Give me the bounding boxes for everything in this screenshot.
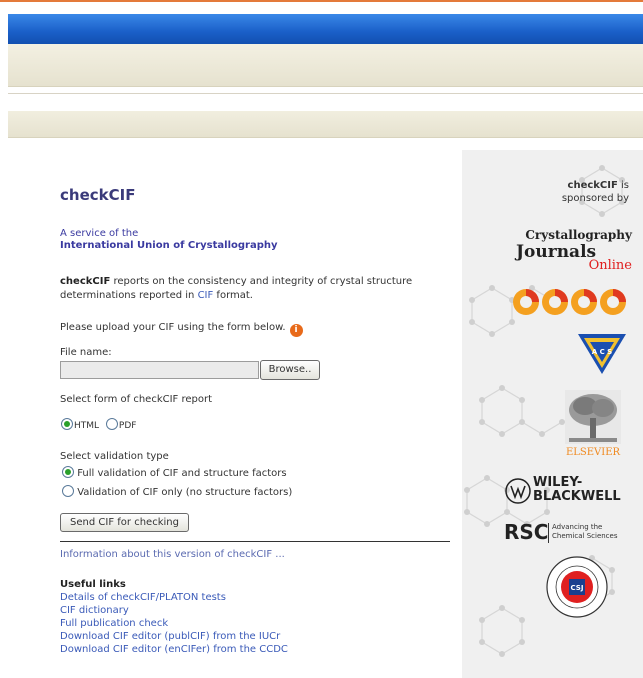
sponsor-text: checkCIF is sponsored by xyxy=(562,179,629,205)
wiley-emblem-icon xyxy=(505,478,531,504)
useful-links-heading: Useful links xyxy=(60,579,126,590)
file-name-input[interactable] xyxy=(60,361,259,379)
browse-button[interactable]: Browse.. xyxy=(260,360,320,380)
header-band xyxy=(8,14,643,44)
upload-prompt: Please upload your CIF using the form be… xyxy=(60,322,303,337)
report-form-options: HTML PDF xyxy=(61,418,140,431)
validation-option-full: Full validation of CIF and structure fac… xyxy=(62,466,287,479)
validation-type-label: Select validation type xyxy=(60,451,169,462)
cif-link[interactable]: CIF xyxy=(198,290,214,301)
sponsor-bold: checkCIF xyxy=(567,180,618,191)
description-bold: checkCIF xyxy=(60,276,111,287)
service-line: A service of the xyxy=(60,228,139,239)
full-validation-label: Full validation of CIF and structure fac… xyxy=(77,468,287,479)
rsc-logo[interactable]: RSC Advancing the Chemical Sciences xyxy=(504,520,634,550)
full-validation-radio[interactable] xyxy=(62,466,74,478)
rsc-tagline-1: Advancing the xyxy=(552,523,603,531)
cif-only-radio[interactable] xyxy=(62,485,74,497)
link-publcif-download[interactable]: Download CIF editor (publCIF) from the I… xyxy=(60,630,288,643)
elsevier-tree-icon xyxy=(565,390,621,444)
upload-prompt-text: Please upload your CIF using the form be… xyxy=(60,322,286,333)
page-title: checkCIF xyxy=(60,186,136,204)
link-cif-dictionary[interactable]: CIF dictionary xyxy=(60,604,288,617)
csj-text: CSJ xyxy=(571,584,584,592)
elsevier-logo[interactable]: ELSEVIER xyxy=(560,390,626,458)
divider-rule xyxy=(8,93,643,94)
crystallography-journals-logo[interactable]: Crystallography Journals Online xyxy=(512,228,632,273)
link-publication-check[interactable]: Full publication check xyxy=(60,617,288,630)
rsc-tagline: Advancing the Chemical Sciences xyxy=(552,523,618,541)
elsevier-text: ELSEVIER xyxy=(565,447,621,458)
nav-band xyxy=(8,111,643,138)
rsc-letters: RSC xyxy=(504,520,549,544)
file-name-label: File name: xyxy=(60,347,112,358)
html-radio-label: HTML xyxy=(74,421,100,431)
validation-option-cif-only: Validation of CIF only (no structure fac… xyxy=(62,485,292,498)
help-icon[interactable]: i xyxy=(289,324,303,337)
rsc-divider xyxy=(548,523,549,543)
rsc-tagline-2: Chemical Sciences xyxy=(552,532,618,540)
cif-only-label: Validation of CIF only (no structure fac… xyxy=(77,487,293,498)
wiley-line1: WILEY- xyxy=(533,475,583,490)
pdf-radio[interactable] xyxy=(105,418,118,430)
version-info-link[interactable]: Information about this version of checkC… xyxy=(60,549,285,560)
description: checkCIF reports on the consistency and … xyxy=(60,275,450,303)
send-cif-button[interactable]: Send CIF for checking xyxy=(60,513,189,532)
wiley-text: WILEY- BLACKWELL xyxy=(533,476,621,504)
description-end: format. xyxy=(213,290,253,301)
aca-logo[interactable]: A C S xyxy=(576,330,628,376)
iucr-rings-logo[interactable] xyxy=(510,286,630,318)
iucr-name[interactable]: International Union of Crystallography xyxy=(60,240,278,251)
aca-text: A C S xyxy=(592,348,612,356)
sponsor-is: is xyxy=(617,180,629,191)
cj-line1: Crystallography xyxy=(525,228,632,242)
link-encifer-download[interactable]: Download CIF editor (enCIFer) from the C… xyxy=(60,643,288,656)
top-rule xyxy=(0,0,643,2)
pdf-radio-label: PDF xyxy=(118,421,137,431)
toolbar-band xyxy=(8,44,643,87)
html-radio[interactable] xyxy=(61,418,73,430)
report-form-label: Select form of checkCIF report xyxy=(60,394,213,405)
useful-links-list: Details of checkCIF/PLATON tests CIF dic… xyxy=(60,591,288,656)
csj-logo[interactable]: CSJ xyxy=(544,555,610,619)
sponsor-by: sponsored by xyxy=(561,193,629,204)
link-platon-tests[interactable]: Details of checkCIF/PLATON tests xyxy=(60,591,288,604)
wiley-line2: BLACKWELL xyxy=(533,489,621,504)
section-divider xyxy=(60,541,450,542)
